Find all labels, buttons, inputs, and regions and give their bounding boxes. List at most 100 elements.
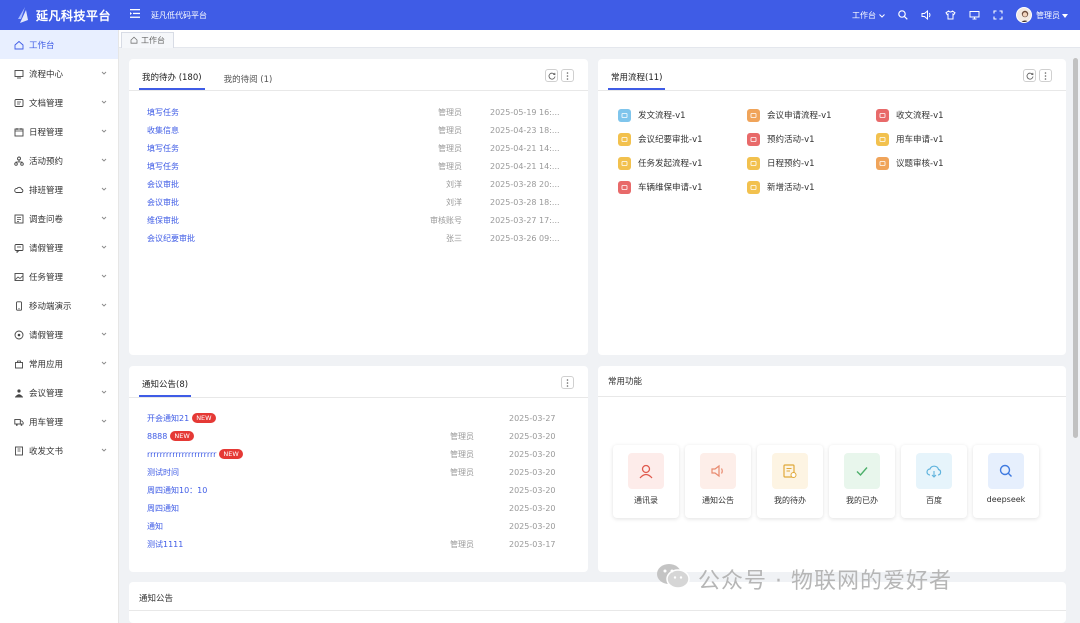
sidebar-item[interactable]: 调查问卷 <box>0 204 118 233</box>
notice-title[interactable]: 测试1111 <box>147 539 183 550</box>
todo-title[interactable]: 会议审批 <box>147 179 179 190</box>
function-label: 我的已办 <box>846 496 878 505</box>
notice-title-text: 开会通知21 <box>147 413 190 423</box>
sidebar-item[interactable]: 会议管理 <box>0 378 118 407</box>
logo[interactable]: 延凡科技平台 <box>0 7 120 24</box>
sidebar-item[interactable]: 请假管理 <box>0 320 118 349</box>
sidebar-item-label: 收发文书 <box>29 446 64 457</box>
notice-row[interactable]: 周四通知10：10 2025-03-20 <box>129 481 588 499</box>
sidebar-item[interactable]: 日程管理 <box>0 117 118 146</box>
notice-row[interactable]: 8888 NEW 管理员 2025-03-20 <box>129 427 588 445</box>
notice-row[interactable]: 周四通知 2025-03-20 <box>129 499 588 517</box>
flow-item[interactable]: 议题审核-v1 <box>876 151 996 175</box>
notice-row[interactable]: 开会通知21 NEW 2025-03-27 <box>129 409 588 427</box>
flow-item[interactable]: 新增活动-v1 <box>747 175 867 199</box>
flow-item[interactable]: 车辆维保申请-v1 <box>618 175 738 199</box>
function-tile[interactable]: 百度 <box>901 445 967 518</box>
sidebar-item[interactable]: 工作台 <box>0 30 118 59</box>
notice-title[interactable]: 开会通知21 NEW <box>147 413 216 424</box>
todo-row[interactable]: 会议审批 刘洋 2025-03-28 18:... <box>129 193 588 211</box>
sidebar-item[interactable]: 请假管理 <box>0 233 118 262</box>
flow-item[interactable]: 用车申请-v1 <box>876 127 996 151</box>
sidebar-item[interactable]: 收发文书 <box>0 436 118 465</box>
flow-item[interactable]: 发文流程-v1 <box>618 103 738 127</box>
notices-card-header: 通知公告(8) <box>129 366 588 398</box>
todo-title[interactable]: 会议纪要审批 <box>147 233 195 244</box>
notice-title[interactable]: 测试时间 <box>147 467 179 478</box>
notice-row[interactable]: rrrrrrrrrrrrrrrrrrrrrr NEW 管理员 2025-03-20 <box>129 445 588 463</box>
todo-row[interactable]: 填写任务 管理员 2025-04-21 14:... <box>129 157 588 175</box>
tab-my-pending[interactable]: 我的待办 (180) <box>139 71 205 90</box>
sidebar-item[interactable]: 常用应用 <box>0 349 118 378</box>
notice-row[interactable]: 测试1111 管理员 2025-03-17 <box>129 535 588 553</box>
notice-row[interactable]: 测试时间 管理员 2025-03-20 <box>129 463 588 481</box>
flow-icon <box>876 156 889 170</box>
shirt-icon[interactable] <box>945 10 956 20</box>
sidebar-item[interactable]: 移动端演示 <box>0 291 118 320</box>
flow-item[interactable]: 任务发起流程-v1 <box>618 151 738 175</box>
page-scrollbar[interactable] <box>1073 58 1078 438</box>
more-icon[interactable] <box>561 376 574 389</box>
flow-item[interactable]: 收文流程-v1 <box>876 103 996 127</box>
sidebar-item[interactable]: 任务管理 <box>0 262 118 291</box>
notice-row[interactable]: 通知 2025-03-20 <box>129 517 588 535</box>
monitor-icon[interactable] <box>969 10 980 20</box>
todo-row[interactable]: 填写任务 管理员 2025-05-19 16:... <box>129 103 588 121</box>
sidebar-item-label: 文档管理 <box>29 98 64 109</box>
chevron-down-icon <box>879 11 885 20</box>
refresh-icon[interactable] <box>1023 69 1036 82</box>
todo-title[interactable]: 填写任务 <box>147 143 179 154</box>
notice-user: 管理员 <box>450 449 474 459</box>
search-icon[interactable] <box>898 10 908 20</box>
todo-row[interactable]: 会议纪要审批 张三 2025-03-26 09:... <box>129 229 588 247</box>
menu-toggle-icon[interactable] <box>130 9 142 21</box>
contacts-icon <box>628 453 664 489</box>
tab-my-to-read[interactable]: 我的待阅 (1) <box>221 73 276 90</box>
sidebar: 工作台 流程中心 文档管理 日程管理 活动预约 排班管理 调查问卷 请假管理 任务管理 移动端演示… <box>0 30 119 623</box>
fullscreen-icon[interactable] <box>993 10 1003 20</box>
todo-row[interactable]: 维保审批 审核账号 2025-03-27 17:... <box>129 211 588 229</box>
sidebar-item[interactable]: 流程中心 <box>0 59 118 88</box>
new-badge: NEW <box>192 413 216 423</box>
speaker-icon[interactable] <box>921 10 932 20</box>
todo-title[interactable]: 维保审批 <box>147 215 179 226</box>
function-tile[interactable]: 我的待办 <box>757 445 823 518</box>
function-tile[interactable]: 我的已办 <box>829 445 895 518</box>
sidebar-item[interactable]: 活动预约 <box>0 146 118 175</box>
user-menu[interactable]: 管理员 <box>1016 7 1068 23</box>
more-icon[interactable] <box>1039 69 1052 82</box>
workspace-select[interactable]: 工作台 <box>852 10 885 21</box>
function-tile[interactable]: deepseek <box>973 445 1039 518</box>
todo-title[interactable]: 收集信息 <box>147 125 179 136</box>
notice-title[interactable]: 8888 NEW <box>147 431 194 441</box>
top-bar: 延凡科技平台 延凡低代码平台 工作台 管理员 <box>0 0 1080 30</box>
flow-item[interactable]: 预约活动-v1 <box>747 127 867 151</box>
notice-title[interactable]: 周四通知10：10 <box>147 485 207 496</box>
more-icon[interactable] <box>561 69 574 82</box>
notice-title[interactable]: rrrrrrrrrrrrrrrrrrrrrr NEW <box>147 449 243 459</box>
todo-row[interactable]: 填写任务 管理员 2025-04-21 14:... <box>129 139 588 157</box>
sidebar-item[interactable]: 文档管理 <box>0 88 118 117</box>
todo-title[interactable]: 填写任务 <box>147 161 179 172</box>
watermark-text: 公众号 · 物联网的爱好者 <box>698 569 952 594</box>
sidebar-item[interactable]: 排班管理 <box>0 175 118 204</box>
function-tile[interactable]: 通讯录 <box>613 445 679 518</box>
flow-item[interactable]: 日程预约-v1 <box>747 151 867 175</box>
chevron-down-icon <box>101 417 107 423</box>
refresh-icon[interactable] <box>545 69 558 82</box>
chevron-down-icon <box>101 185 107 191</box>
todo-user: 管理员 <box>438 107 462 117</box>
notice-title[interactable]: 通知 <box>147 521 163 532</box>
sidebar-item[interactable]: 用车管理 <box>0 407 118 436</box>
todo-title[interactable]: 填写任务 <box>147 107 179 118</box>
flow-icon <box>876 108 889 122</box>
todo-row[interactable]: 收集信息 管理员 2025-04-23 18:... <box>129 121 588 139</box>
todo-title[interactable]: 会议审批 <box>147 197 179 208</box>
todo-row[interactable]: 会议审批 刘洋 2025-03-28 20:... <box>129 175 588 193</box>
flow-item[interactable]: 会议申请流程-v1 <box>747 103 867 127</box>
flow-item[interactable]: 会议纪要审批-v1 <box>618 127 738 151</box>
tab-workspace[interactable]: 工作台 <box>121 32 174 48</box>
notice-title[interactable]: 周四通知 <box>147 503 179 514</box>
function-tile[interactable]: 通知公告 <box>685 445 751 518</box>
todo-card-header: 我的待办 (180) 我的待阅 (1) <box>129 59 588 91</box>
